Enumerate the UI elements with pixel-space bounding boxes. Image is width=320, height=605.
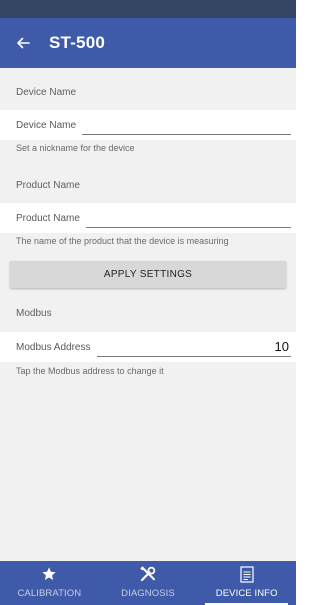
bottom-navigation: CALIBRATION DIAGNOSIS DEVICE INFO xyxy=(0,561,296,605)
tab-calibration[interactable]: CALIBRATION xyxy=(0,561,99,605)
modbus-helper: Tap the Modbus address to change it xyxy=(16,366,164,376)
device-name-row: Device Name xyxy=(0,110,296,140)
modbus-address-input[interactable] xyxy=(96,337,291,357)
product-name-input[interactable] xyxy=(85,208,291,228)
arrow-left-icon xyxy=(17,37,30,49)
device-name-helper: Set a nickname for the device xyxy=(16,143,135,153)
tab-device-info[interactable]: DEVICE INFO xyxy=(197,561,296,605)
tab-diagnosis[interactable]: DIAGNOSIS xyxy=(99,561,198,605)
apply-settings-button[interactable]: APPLY SETTINGS xyxy=(10,261,286,288)
app-bar: ST-500 xyxy=(0,18,296,68)
status-bar xyxy=(0,0,296,18)
device-name-section-title: Device Name xyxy=(0,74,296,110)
device-name-label: Device Name xyxy=(16,119,77,131)
product-name-row: Product Name xyxy=(0,203,296,233)
tab-device-info-label: DEVICE INFO xyxy=(215,588,278,599)
modbus-section-title: Modbus xyxy=(0,295,296,331)
tools-icon xyxy=(140,566,156,582)
device-name-input[interactable] xyxy=(82,115,291,135)
page-title: ST-500 xyxy=(49,33,106,52)
modbus-row: Modbus Address xyxy=(0,332,296,362)
back-button[interactable] xyxy=(3,18,43,68)
product-name-section-title: Product Name xyxy=(0,167,296,203)
tab-calibration-label: CALIBRATION xyxy=(17,588,82,599)
modbus-address-label: Modbus Address xyxy=(16,341,91,353)
tab-diagnosis-label: DIAGNOSIS xyxy=(121,588,175,599)
device-settings-screen: ST-500 Device Name Device Name Set a nic… xyxy=(0,0,296,605)
product-name-label: Product Name xyxy=(16,212,80,224)
product-name-helper: The name of the product that the device … xyxy=(16,236,229,246)
document-icon xyxy=(240,565,254,583)
star-icon xyxy=(42,567,56,580)
